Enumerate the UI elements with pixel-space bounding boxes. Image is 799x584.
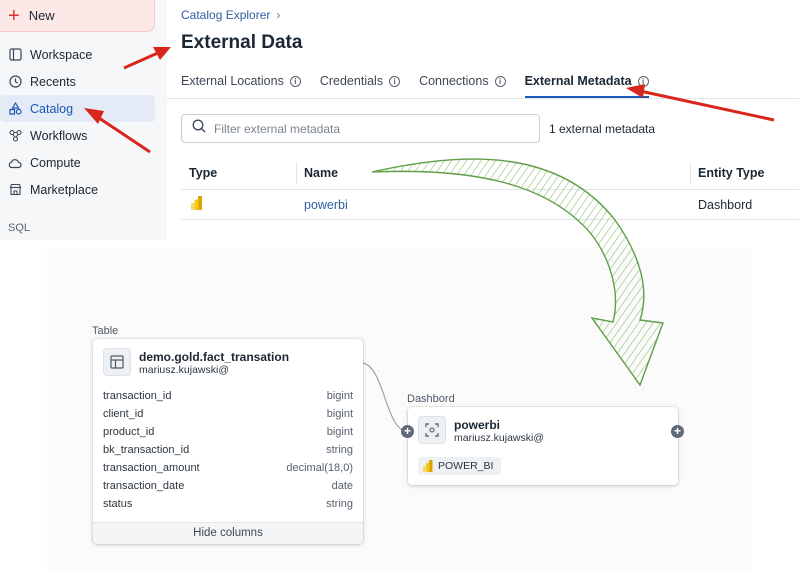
column-name: bk_transaction_id: [103, 444, 190, 456]
tab-label: Credentials: [319, 74, 384, 88]
column-type: bigint: [326, 390, 353, 402]
column-type: string: [326, 498, 353, 510]
table-node-type-label: Table: [92, 325, 119, 337]
new-button[interactable]: + New: [0, 0, 155, 32]
expand-upstream-icon[interactable]: +: [401, 425, 414, 438]
column-name: transaction_date: [103, 480, 185, 492]
info-icon[interactable]: i: [637, 76, 649, 87]
table-row[interactable]: powerbi Dashbord: [181, 190, 799, 220]
column-name: status: [103, 498, 133, 510]
workspace-icon: [8, 48, 22, 62]
sidebar-nav: Workspace Recents Catalog Workflows Comp…: [0, 41, 167, 203]
column-row: product_id bigint: [103, 426, 353, 444]
info-icon[interactable]: i: [389, 76, 401, 87]
powerbi-badge-label: POWER_BI: [438, 460, 494, 472]
column-header-name[interactable]: Name: [304, 166, 338, 180]
column-row: transaction_amount decimal(18,0): [103, 462, 353, 480]
column-header-entity-type[interactable]: Entity Type: [698, 166, 764, 180]
clock-icon: [8, 75, 22, 89]
dashboard-node-card[interactable]: powerbi mariusz.kujawski@ POWER_BI: [408, 407, 678, 485]
powerbi-icon: [423, 460, 433, 472]
plus-icon: +: [8, 4, 20, 27]
column-type: decimal(18,0): [286, 462, 353, 474]
powerbi-icon: [191, 196, 203, 215]
chevron-right-icon: ›: [276, 8, 281, 22]
dashboard-node-type-label: Dashbord: [407, 393, 455, 405]
column-name: product_id: [103, 426, 155, 438]
sidebar-item-workspace[interactable]: Workspace: [0, 41, 155, 68]
column-type: bigint: [326, 408, 353, 420]
table-node-card[interactable]: demo.gold.fact_transation mariusz.kujaws…: [93, 339, 363, 544]
column-divider: [690, 162, 691, 184]
sidebar-item-marketplace[interactable]: Marketplace: [0, 176, 155, 203]
search-icon: [192, 119, 206, 138]
column-divider: [296, 162, 297, 184]
table-node-owner: mariusz.kujawski@: [139, 364, 230, 376]
expand-downstream-icon[interactable]: +: [671, 425, 684, 438]
sidebar-item-catalog[interactable]: Catalog: [0, 95, 155, 122]
sidebar-item-label: Compute: [30, 155, 81, 170]
search-input[interactable]: [214, 121, 514, 136]
dashboard-node-title[interactable]: powerbi: [454, 418, 500, 432]
sidebar: + New Workspace Recents Catalog Workflow…: [0, 0, 167, 240]
column-name: transaction_id: [103, 390, 172, 402]
sidebar-section-sql: SQL: [8, 222, 31, 234]
column-row: transaction_id bigint: [103, 390, 353, 408]
column-type: date: [331, 480, 353, 492]
column-type: bigint: [326, 426, 353, 438]
column-name: client_id: [103, 408, 144, 420]
cloud-icon: [8, 156, 22, 170]
table-header: Type Name Entity Type: [181, 158, 799, 190]
sidebar-item-workflows[interactable]: Workflows: [0, 122, 155, 149]
tab-external-locations[interactable]: External Locations i: [181, 74, 301, 98]
workflows-icon: [8, 129, 22, 143]
column-row: transaction_date date: [103, 480, 353, 498]
tab-external-metadata[interactable]: External Metadata i: [524, 74, 649, 98]
new-button-label: New: [28, 8, 55, 23]
row-name-link[interactable]: powerbi: [304, 198, 348, 212]
info-icon[interactable]: i: [494, 76, 506, 87]
store-icon: [8, 183, 22, 197]
tab-label: External Metadata: [524, 74, 632, 88]
dashboard-node-owner: mariusz.kujawski@: [454, 432, 545, 444]
column-header-type[interactable]: Type: [189, 166, 217, 180]
powerbi-badge: POWER_BI: [418, 457, 502, 475]
column-row: status string: [103, 498, 353, 516]
sidebar-item-label: Workflows: [30, 128, 88, 143]
row-entity-type: Dashbord: [698, 198, 753, 212]
tab-divider: [167, 98, 799, 99]
sidebar-item-label: Recents: [30, 74, 76, 89]
breadcrumb-link-catalog-explorer[interactable]: Catalog Explorer: [181, 8, 270, 22]
tab-label: External Locations: [181, 74, 284, 88]
sidebar-item-label: Workspace: [30, 47, 93, 62]
sidebar-item-label: Catalog: [30, 101, 74, 116]
catalog-icon: [8, 102, 22, 116]
table-node-title[interactable]: demo.gold.fact_transation: [139, 350, 289, 364]
tab-connections[interactable]: Connections i: [419, 74, 506, 98]
column-type: string: [326, 444, 353, 456]
hide-columns-button[interactable]: Hide columns: [93, 522, 363, 544]
result-count: 1 external metadata: [549, 122, 656, 136]
column-row: bk_transaction_id string: [103, 444, 353, 462]
column-row: client_id bigint: [103, 408, 353, 426]
search-box[interactable]: [181, 114, 540, 143]
info-icon[interactable]: i: [289, 76, 301, 87]
sidebar-item-recents[interactable]: Recents: [0, 68, 155, 95]
sidebar-item-compute[interactable]: Compute: [0, 149, 155, 176]
page-title: External Data: [181, 32, 303, 53]
tab-label: Connections: [419, 74, 489, 88]
tab-bar: External Locations i Credentials i Conne…: [181, 74, 668, 98]
sidebar-item-label: Marketplace: [30, 182, 99, 197]
table-icon: [103, 348, 131, 376]
tab-credentials[interactable]: Credentials i: [319, 74, 401, 98]
dashboard-icon: [418, 416, 446, 444]
breadcrumb: Catalog Explorer ›: [181, 8, 280, 22]
column-name: transaction_amount: [103, 462, 200, 474]
